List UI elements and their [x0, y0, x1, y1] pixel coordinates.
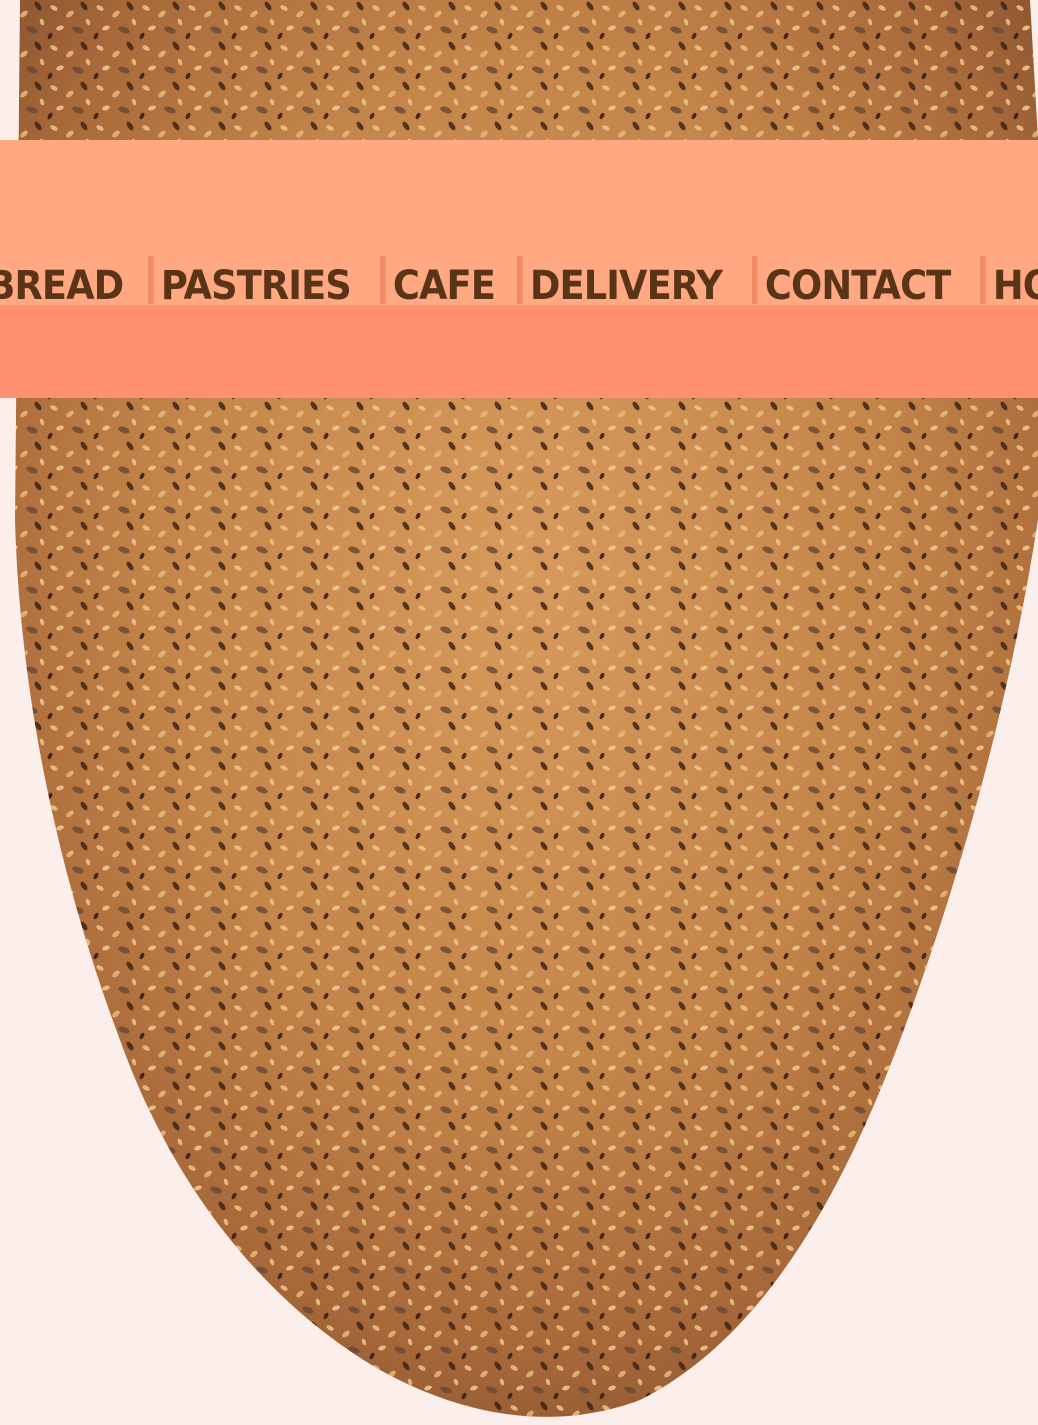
page: BREAD PASTRIES CAFE DELIVERY CONTACT HOM… [0, 0, 1038, 1425]
nav-item-home[interactable]: HOME [979, 256, 1038, 309]
nav-item-label: DELIVERY [530, 263, 723, 309]
nav-item-label: BREAD [0, 263, 124, 309]
nav-item-label: CONTACT [764, 263, 951, 309]
nav-item-contact[interactable]: CONTACT [752, 256, 961, 309]
nav-item-pastries[interactable]: PASTRIES [147, 256, 362, 309]
main-navigation: BREAD PASTRIES CAFE DELIVERY CONTACT HOM… [0, 256, 1038, 309]
nav-item-label: CAFE [393, 263, 496, 309]
nav-item-delivery[interactable]: DELIVERY [517, 256, 733, 309]
header-band-lower [0, 305, 1038, 398]
nav-item-cafe[interactable]: CAFE [380, 256, 506, 309]
nav-item-label: HOME [992, 263, 1038, 309]
nav-item-bread[interactable]: BREAD [0, 256, 134, 309]
nav-item-label: PASTRIES [160, 263, 352, 309]
